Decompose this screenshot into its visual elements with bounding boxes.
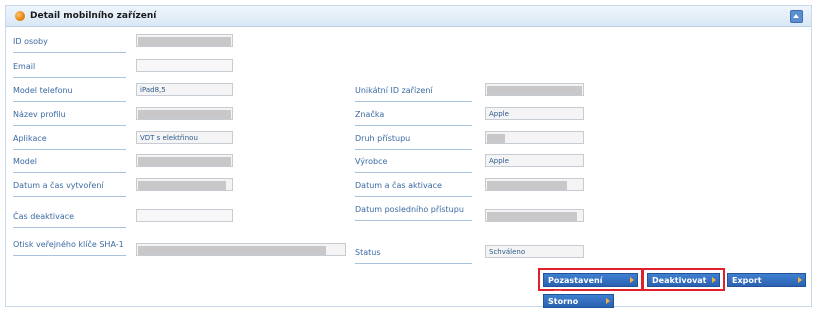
field-access-type	[485, 131, 584, 144]
export-certificate-button[interactable]: Export certifikátu	[727, 273, 806, 299]
arrow-right-icon	[630, 277, 634, 283]
label-model: Model	[13, 157, 126, 173]
redacted-value	[138, 246, 326, 255]
field-created-datetime	[136, 178, 233, 191]
field-email	[136, 59, 233, 72]
label-last-access-date: Datum posledního přístupu	[355, 205, 472, 221]
label-public-key-fingerprint: Otisk veřejného klíče SHA-1	[13, 240, 126, 256]
label-created-datetime: Datum a čas vytvoření	[13, 181, 126, 197]
field-unique-device-id	[485, 83, 584, 96]
label-application: Aplikace	[13, 134, 126, 150]
label-phone-model: Model telefonu	[13, 86, 126, 102]
cancel-button[interactable]: Storno	[543, 294, 614, 308]
field-profile-name	[136, 107, 233, 120]
field-person-id	[136, 34, 233, 47]
label-deactivation-time: Čas deaktivace	[13, 212, 126, 228]
field-brand: Apple	[485, 107, 584, 120]
label-manufacturer: Výrobce	[355, 157, 472, 173]
field-model	[136, 154, 233, 167]
field-phone-model: iPad8,5	[136, 83, 233, 96]
field-public-key-fingerprint	[136, 243, 346, 256]
arrow-right-icon	[606, 298, 610, 304]
pause-access-button[interactable]: Pozastavení přístupu	[543, 273, 638, 299]
redacted-value	[487, 181, 567, 190]
label-status: Status	[355, 248, 472, 264]
redacted-value	[487, 212, 577, 221]
cancel-label: Storno	[548, 297, 579, 306]
field-last-access-date	[485, 209, 584, 222]
field-activation-datetime	[485, 178, 584, 191]
label-access-type: Druh přístupu	[355, 134, 472, 150]
field-deactivation-time	[136, 209, 233, 222]
panel-header: Detail mobilního zařízení	[6, 6, 811, 27]
arrow-right-icon	[712, 277, 716, 283]
field-manufacturer: Apple	[485, 154, 584, 167]
label-unique-device-id: Unikátní ID zařízení	[355, 86, 472, 102]
orange-bullet-icon	[15, 11, 25, 21]
panel-title: Detail mobilního zařízení	[30, 11, 157, 21]
label-profile-name: Název profilu	[13, 110, 126, 126]
label-activation-datetime: Datum a čas aktivace	[355, 181, 472, 197]
arrow-right-icon	[798, 277, 802, 283]
collapse-up-icon[interactable]	[790, 10, 803, 23]
deactivate-label: Deaktivovat	[652, 276, 707, 285]
label-person-id: ID osoby	[13, 37, 126, 53]
label-email: Email	[13, 62, 126, 78]
redacted-value	[138, 157, 231, 166]
redacted-value	[138, 110, 231, 119]
redacted-value	[138, 181, 226, 190]
redacted-value	[487, 86, 582, 95]
label-brand: Značka	[355, 110, 472, 126]
deactivate-button[interactable]: Deaktivovat	[647, 273, 720, 287]
export-certificate-label: Export certifikátu	[732, 276, 779, 299]
field-application: VDT s elektřinou	[136, 131, 233, 144]
redacted-value	[138, 37, 231, 46]
field-status: Schváleno	[485, 245, 584, 258]
redacted-value	[487, 134, 505, 143]
